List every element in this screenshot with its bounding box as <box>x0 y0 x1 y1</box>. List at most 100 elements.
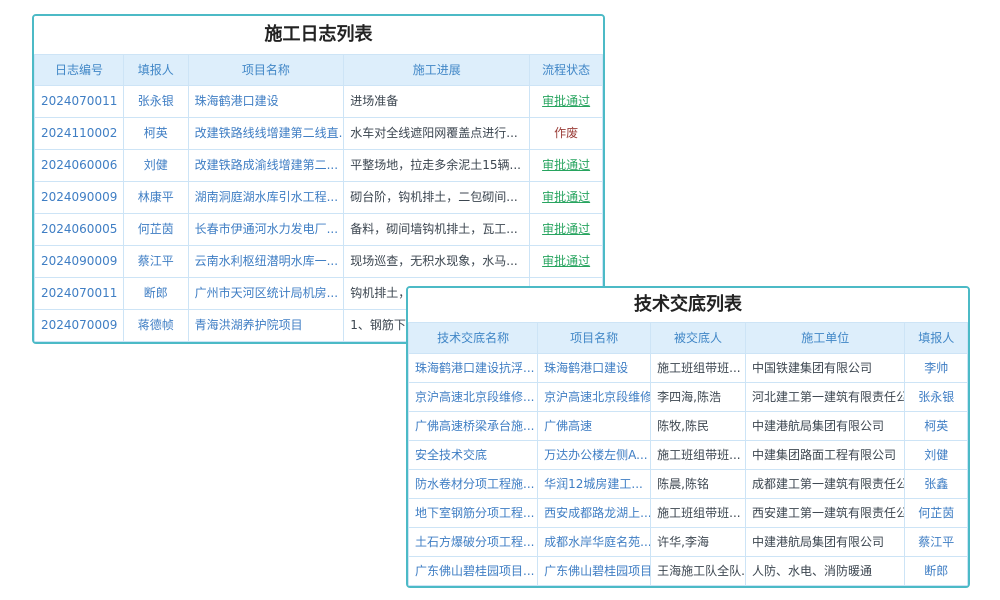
cell-text: 备料，砌间墙钩机排土，瓦工... <box>344 214 530 246</box>
cell-link[interactable]: 华润12城房建工... <box>538 470 651 499</box>
table-row: 广东佛山碧桂园项目...广东佛山碧桂园项目王海施工队全队...人防、水电、消防暖… <box>409 557 968 586</box>
cell-link[interactable]: 何芷茵 <box>123 214 188 246</box>
table-row: 2024060006刘健改建铁路成渝线增建第二...平整场地，拉走多余泥土15辆… <box>35 150 603 182</box>
cell-text: 许华,李海 <box>651 528 746 557</box>
cell-link[interactable]: 云南水利枢纽潜明水库一... <box>188 246 344 278</box>
status-badge: 作废 <box>530 118 603 150</box>
table-row: 广佛高速桥梁承台施...广佛高速陈牧,陈民中建港航局集团有限公司柯英 <box>409 412 968 441</box>
cell-link[interactable]: 2024070011 <box>35 86 124 118</box>
cell-link[interactable]: 断郎 <box>123 278 188 310</box>
cell-text: 施工班组带班... <box>651 354 746 383</box>
cell-link[interactable]: 青海洪湖养护院项目 <box>188 310 344 342</box>
cell-link[interactable]: 张永银 <box>123 86 188 118</box>
cell-link[interactable]: 成都水岸华庭名苑... <box>538 528 651 557</box>
column-header: 施工进展 <box>344 55 530 86</box>
table-row: 京沪高速北京段维修...京沪高速北京段维修李四海,陈浩河北建工第一建筑有限责任公… <box>409 383 968 412</box>
cell-link[interactable]: 蒋德帧 <box>123 310 188 342</box>
table-row: 2024060005何芷茵长春市伊通河水力发电厂...备料，砌间墙钩机排土，瓦工… <box>35 214 603 246</box>
cell-text: 陈牧,陈民 <box>651 412 746 441</box>
status-badge: 审批通过 <box>530 182 603 214</box>
cell-text: 成都建工第一建筑有限责任公司 <box>745 470 904 499</box>
table-row: 2024090009蔡江平云南水利枢纽潜明水库一...现场巡查，无积水现象，水马… <box>35 246 603 278</box>
cell-link[interactable]: 李帅 <box>905 354 968 383</box>
cell-link[interactable]: 改建铁路成渝线增建第二... <box>188 150 344 182</box>
cell-text: 水车对全线遮阳网覆盖点进行... <box>344 118 530 150</box>
cell-link[interactable]: 刘健 <box>905 441 968 470</box>
cell-link[interactable]: 刘健 <box>123 150 188 182</box>
status-badge: 审批通过 <box>530 86 603 118</box>
column-header: 项目名称 <box>538 323 651 354</box>
cell-link[interactable]: 林康平 <box>123 182 188 214</box>
column-header: 施工单位 <box>745 323 904 354</box>
cell-link[interactable]: 珠海鹤港口建设 <box>538 354 651 383</box>
column-header: 填报人 <box>905 323 968 354</box>
cell-text: 中国铁建集团有限公司 <box>745 354 904 383</box>
cell-link[interactable]: 京沪高速北京段维修... <box>409 383 538 412</box>
cell-text: 陈晨,陈铭 <box>651 470 746 499</box>
cell-link[interactable]: 防水卷材分项工程施... <box>409 470 538 499</box>
cell-link[interactable]: 2024090009 <box>35 246 124 278</box>
cell-link[interactable]: 广东佛山碧桂园项目 <box>538 557 651 586</box>
cell-link[interactable]: 张永银 <box>905 383 968 412</box>
cell-link[interactable]: 地下室钢筋分项工程... <box>409 499 538 528</box>
technical-disclosure-header: 技术交底名称项目名称被交底人施工单位填报人 <box>409 323 968 354</box>
technical-disclosure-panel: 技术交底列表 技术交底名称项目名称被交底人施工单位填报人 珠海鹤港口建设抗浮..… <box>406 286 970 588</box>
cell-text: 施工班组带班... <box>651 499 746 528</box>
construction-log-header: 日志编号填报人项目名称施工进展流程状态 <box>35 55 603 86</box>
cell-link[interactable]: 土石方爆破分项工程... <box>409 528 538 557</box>
cell-text: 进场准备 <box>344 86 530 118</box>
cell-link[interactable]: 2024070009 <box>35 310 124 342</box>
cell-link[interactable]: 断郎 <box>905 557 968 586</box>
cell-link[interactable]: 张鑫 <box>905 470 968 499</box>
cell-link[interactable]: 广东佛山碧桂园项目... <box>409 557 538 586</box>
cell-link[interactable]: 改建铁路线线增建第二线直... <box>188 118 344 150</box>
column-header: 项目名称 <box>188 55 344 86</box>
cell-link[interactable]: 2024060006 <box>35 150 124 182</box>
cell-text: 砌台阶，钩机排土，二包砌间... <box>344 182 530 214</box>
cell-link[interactable]: 何芷茵 <box>905 499 968 528</box>
table-row: 防水卷材分项工程施...华润12城房建工...陈晨,陈铭成都建工第一建筑有限责任… <box>409 470 968 499</box>
cell-link[interactable]: 柯英 <box>905 412 968 441</box>
table-row: 安全技术交底万达办公楼左侧A...施工班组带班...中建集团路面工程有限公司刘健 <box>409 441 968 470</box>
cell-text: 中建港航局集团有限公司 <box>745 528 904 557</box>
technical-disclosure-body: 珠海鹤港口建设抗浮...珠海鹤港口建设施工班组带班...中国铁建集团有限公司李帅… <box>409 354 968 586</box>
cell-link[interactable]: 广州市天河区统计局机房... <box>188 278 344 310</box>
cell-text: 平整场地，拉走多余泥土15辆... <box>344 150 530 182</box>
cell-text: 施工班组带班... <box>651 441 746 470</box>
table-row: 珠海鹤港口建设抗浮...珠海鹤港口建设施工班组带班...中国铁建集团有限公司李帅 <box>409 354 968 383</box>
table-row: 2024090009林康平湖南洞庭湖水库引水工程...砌台阶，钩机排土，二包砌间… <box>35 182 603 214</box>
cell-link[interactable]: 西安成都路龙湖上... <box>538 499 651 528</box>
column-header: 流程状态 <box>530 55 603 86</box>
status-badge: 审批通过 <box>530 150 603 182</box>
table-row: 地下室钢筋分项工程...西安成都路龙湖上...施工班组带班...西安建工第一建筑… <box>409 499 968 528</box>
technical-disclosure-title: 技术交底列表 <box>408 288 968 322</box>
cell-link[interactable]: 万达办公楼左侧A... <box>538 441 651 470</box>
cell-text: 人防、水电、消防暖通 <box>745 557 904 586</box>
table-row: 2024070011张永银珠海鹤港口建设进场准备审批通过 <box>35 86 603 118</box>
cell-link[interactable]: 珠海鹤港口建设抗浮... <box>409 354 538 383</box>
column-header: 日志编号 <box>35 55 124 86</box>
cell-link[interactable]: 京沪高速北京段维修 <box>538 383 651 412</box>
cell-link[interactable]: 2024090009 <box>35 182 124 214</box>
construction-log-title: 施工日志列表 <box>34 16 603 54</box>
cell-link[interactable]: 2024110002 <box>35 118 124 150</box>
cell-link[interactable]: 珠海鹤港口建设 <box>188 86 344 118</box>
table-row: 2024110002柯英改建铁路线线增建第二线直...水车对全线遮阳网覆盖点进行… <box>35 118 603 150</box>
column-header: 填报人 <box>123 55 188 86</box>
cell-link[interactable]: 2024070011 <box>35 278 124 310</box>
cell-link[interactable]: 蔡江平 <box>905 528 968 557</box>
technical-disclosure-table: 技术交底名称项目名称被交底人施工单位填报人 珠海鹤港口建设抗浮...珠海鹤港口建… <box>408 322 968 586</box>
cell-link[interactable]: 安全技术交底 <box>409 441 538 470</box>
cell-link[interactable]: 2024060005 <box>35 214 124 246</box>
cell-text: 现场巡查，无积水现象，水马... <box>344 246 530 278</box>
cell-text: 中建港航局集团有限公司 <box>745 412 904 441</box>
cell-link[interactable]: 蔡江平 <box>123 246 188 278</box>
cell-link[interactable]: 广佛高速 <box>538 412 651 441</box>
cell-link[interactable]: 广佛高速桥梁承台施... <box>409 412 538 441</box>
cell-link[interactable]: 湖南洞庭湖水库引水工程... <box>188 182 344 214</box>
cell-link[interactable]: 长春市伊通河水力发电厂... <box>188 214 344 246</box>
cell-text: 中建集团路面工程有限公司 <box>745 441 904 470</box>
column-header: 被交底人 <box>651 323 746 354</box>
cell-link[interactable]: 柯英 <box>123 118 188 150</box>
cell-text: 西安建工第一建筑有限责任公司 <box>745 499 904 528</box>
